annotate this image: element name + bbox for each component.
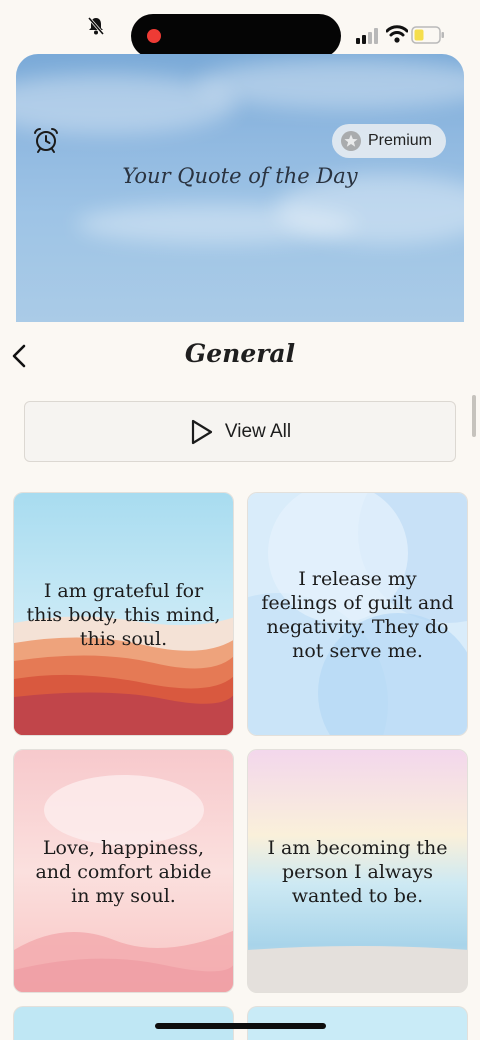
scrollbar[interactable] [472,395,476,437]
view-all-label: View All [224,420,292,442]
quote-card[interactable]: I am grateful for this body, this mind, … [13,492,234,736]
battery-icon [411,26,444,44]
card-quote: I am grateful for this body, this mind, … [26,580,221,650]
bell-slash-icon [87,17,105,35]
card-quote: I release my feelings of guilt and negat… [261,568,454,662]
premium-button[interactable]: Premium [332,124,446,158]
dynamic-island [131,14,341,58]
alarm-clock-icon[interactable] [32,126,60,154]
play-icon [191,419,213,444]
hero-title: Your Quote of the Day [122,164,358,188]
quote-card[interactable]: I am becoming the person I always wanted… [247,749,468,993]
recording-indicator-icon [147,29,161,43]
quote-of-the-day-banner[interactable]: Premium Your Quote of the Day [16,54,464,322]
quote-card[interactable]: I release my feelings of guilt and negat… [247,492,468,736]
navigation-bar: General [0,330,480,380]
premium-label: Premium [368,132,433,149]
page-title: General [184,339,296,368]
quote-card[interactable]: Love, happiness, and comfort abide in my… [13,749,234,993]
card-quote: I am becoming the person I always wanted… [267,837,448,907]
star-icon [341,131,361,151]
status-bar [0,0,480,60]
view-all-button[interactable]: View All [24,401,456,462]
wifi-icon [386,25,408,43]
cloud-decoration [196,59,464,109]
signal-icon [356,28,378,44]
home-indicator[interactable] [155,1023,326,1029]
card-quote: Love, happiness, and comfort abide in my… [35,837,212,907]
